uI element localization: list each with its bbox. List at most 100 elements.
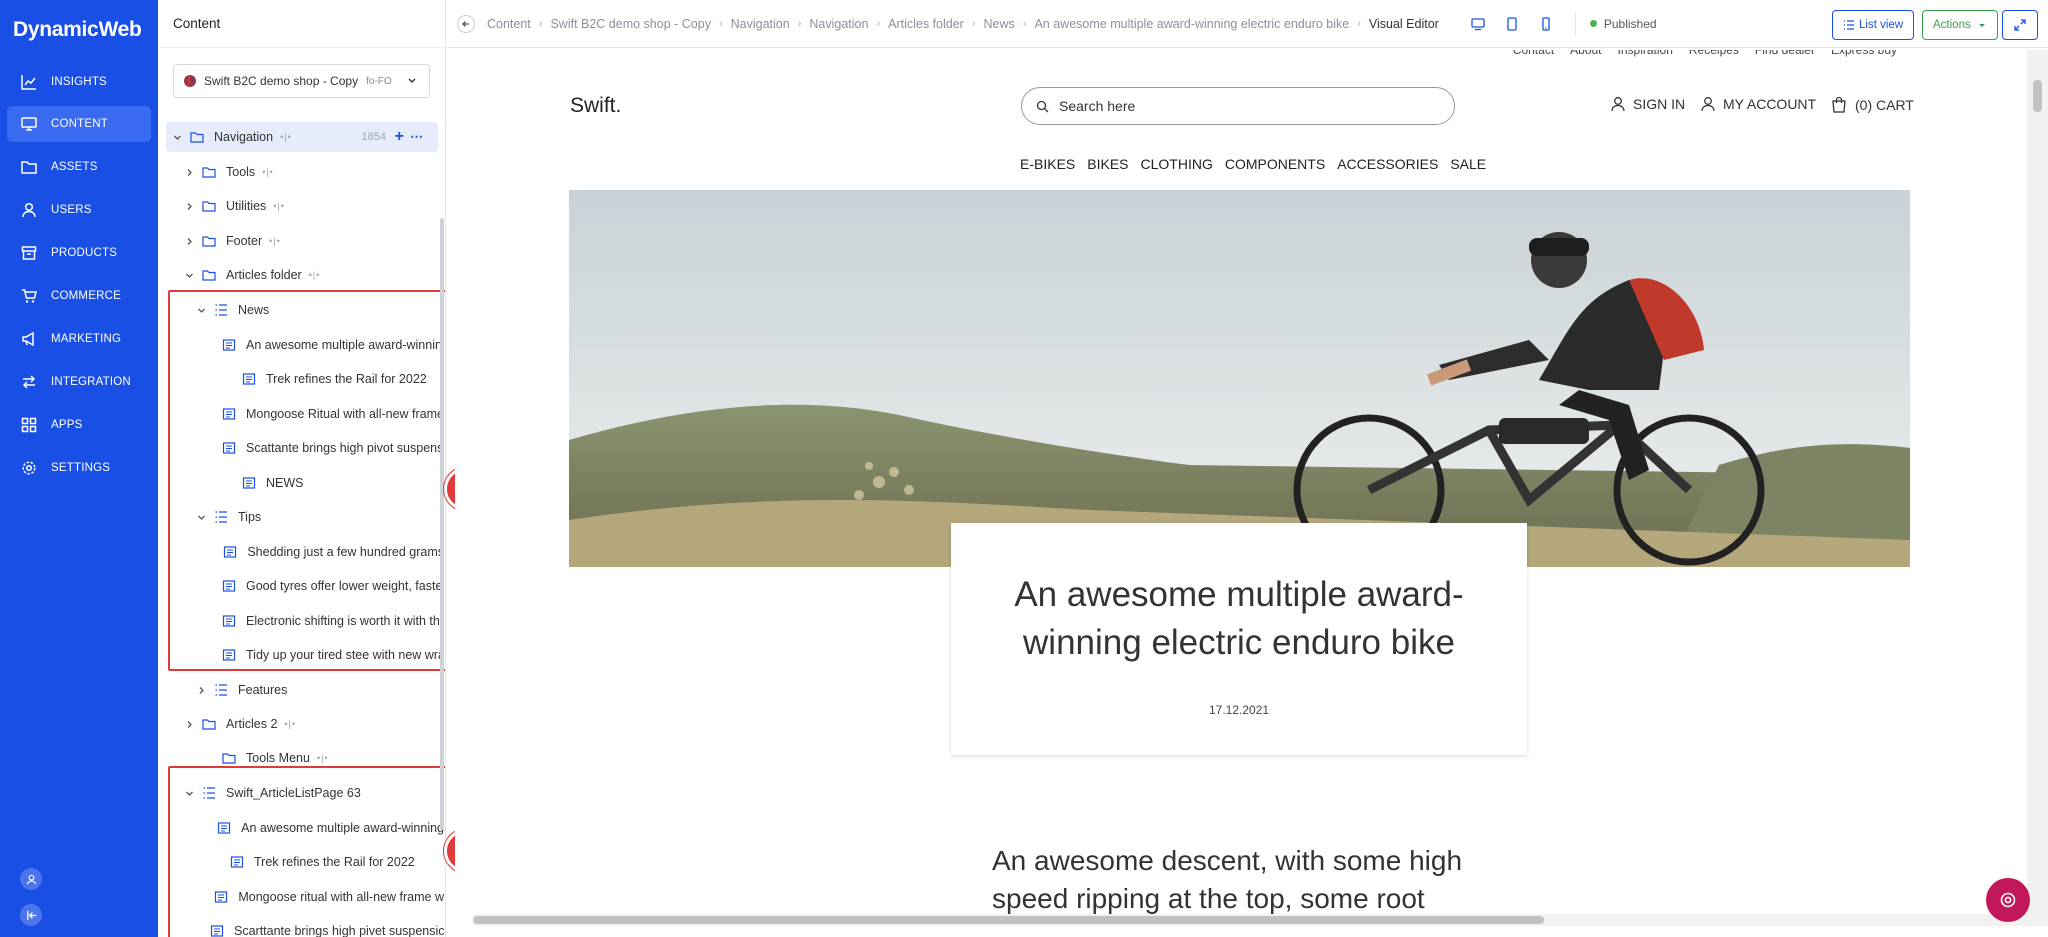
- tree-item-label: NEWS: [266, 476, 304, 490]
- tree-item-label: Electronic shifting is worth it with the: [246, 614, 444, 628]
- scroll-thumb[interactable]: [473, 916, 1544, 924]
- nav-content[interactable]: CONTENT: [7, 106, 151, 142]
- nav-products[interactable]: PRODUCTS: [7, 235, 151, 271]
- tree-item[interactable]: Utilities •|•: [158, 191, 444, 221]
- tree-item[interactable]: NEWS: [158, 468, 444, 498]
- utility-link[interactable]: Inspiration: [1618, 50, 1673, 57]
- tree-item-label: An awesome multiple award-winning electr…: [246, 338, 444, 352]
- tree-item[interactable]: An awesome multiple award-winning: [158, 813, 444, 843]
- help-button[interactable]: [1986, 878, 2030, 922]
- page-preview: Contact About Inspiration Receipes Find deal…: [455, 50, 2027, 916]
- list-view-button[interactable]: List view: [1832, 10, 1915, 40]
- utility-link[interactable]: About: [1570, 50, 1601, 57]
- breadcrumb-item[interactable]: Articles folder ›: [888, 17, 983, 31]
- app-root: DynamicWeb INSIGHTS CONTENT ASSETS USERS…: [0, 0, 2048, 937]
- menu-item[interactable]: BIKES: [1087, 156, 1128, 172]
- tree-item[interactable]: Shedding just a few hundred grams: [158, 537, 444, 567]
- chevron-right-icon[interactable]: [182, 720, 196, 729]
- breadcrumb-item[interactable]: Content ›: [487, 17, 550, 31]
- tree-item[interactable]: Tidy up your tired stee with new wraps: [158, 640, 444, 670]
- preview-horizontal-scrollbar[interactable]: [473, 914, 2048, 926]
- utility-link[interactable]: Contact: [1513, 50, 1554, 57]
- mobile-icon[interactable]: [1535, 13, 1557, 35]
- actions-button[interactable]: Actions: [1922, 10, 1998, 40]
- tree-item[interactable]: Footer •|•: [158, 226, 444, 256]
- tree-item[interactable]: Mongoose Ritual with all-new frame: [158, 399, 444, 429]
- chevron-down-icon[interactable]: [182, 271, 196, 280]
- more-options-icon[interactable]: ⋯: [410, 129, 424, 145]
- cart-link[interactable]: (0) CART: [1830, 96, 1914, 114]
- tree-item-label: An awesome multiple award-winning: [241, 821, 444, 835]
- tablet-icon[interactable]: [1501, 13, 1523, 35]
- tree-item[interactable]: An awesome multiple award-winning electr…: [158, 330, 444, 360]
- nav-insights[interactable]: INSIGHTS: [7, 64, 151, 100]
- breadcrumb-item[interactable]: An awesome multiple award-winning electr…: [1034, 17, 1368, 31]
- chevron-down-icon[interactable]: [194, 306, 208, 315]
- tree-item[interactable]: Good tyres offer lower weight, faster: [158, 571, 444, 601]
- chevron-right-icon[interactable]: [182, 237, 196, 246]
- breadcrumb-item[interactable]: Swift B2C demo shop - Copy ›: [550, 17, 730, 31]
- grid-icon: [21, 417, 37, 433]
- menu-item[interactable]: ACCESSORIES: [1337, 156, 1438, 172]
- preview-vertical-scrollbar[interactable]: [2027, 50, 2048, 914]
- site-selector[interactable]: Swift B2C demo shop - Copy fo-FO: [173, 64, 430, 98]
- menu-item[interactable]: COMPONENTS: [1225, 156, 1325, 172]
- breadcrumb-item[interactable]: Navigation ›: [731, 17, 810, 31]
- tree-item[interactable]: Swift_ArticleListPage 63: [158, 778, 444, 808]
- menu-item[interactable]: E-BIKES: [1020, 156, 1075, 172]
- tree-item[interactable]: Electronic shifting is worth it with the: [158, 606, 444, 636]
- nav-apps[interactable]: APPS: [7, 407, 151, 443]
- nav-users[interactable]: USERS: [7, 192, 151, 228]
- back-button[interactable]: [457, 14, 475, 33]
- nav-commerce[interactable]: COMMERCE: [7, 278, 151, 314]
- page-status-indicator: •|•: [284, 719, 297, 729]
- tree-header: Content: [158, 0, 445, 48]
- tree-scrollbar[interactable]: [440, 218, 444, 830]
- tree-item[interactable]: Navigation •|• 1854 + ⋯: [166, 122, 438, 152]
- my-account-link[interactable]: MY ACCOUNT: [1700, 96, 1816, 112]
- fullscreen-button[interactable]: [2002, 10, 2038, 40]
- sign-in-link[interactable]: SIGN IN: [1610, 96, 1685, 112]
- tree-item[interactable]: Articles folder •|•: [158, 260, 444, 290]
- breadcrumb-item[interactable]: Navigation ›: [809, 17, 888, 31]
- menu-item[interactable]: CLOTHING: [1141, 156, 1213, 172]
- profile-icon[interactable]: [20, 868, 42, 890]
- desktop-icon[interactable]: [1467, 13, 1489, 35]
- utility-link[interactable]: Find dealer: [1755, 50, 1815, 57]
- add-page-icon[interactable]: +: [395, 128, 404, 146]
- tree-item[interactable]: Features: [158, 675, 444, 705]
- tree-item[interactable]: Tips: [158, 502, 444, 532]
- tree-item[interactable]: News: [158, 295, 444, 325]
- search-input[interactable]: Search here: [1021, 87, 1455, 125]
- nav-marketing[interactable]: MARKETING: [7, 321, 151, 357]
- chevron-down-icon[interactable]: [182, 789, 196, 798]
- menu-item[interactable]: SALE: [1450, 156, 1486, 172]
- nav-assets[interactable]: ASSETS: [7, 149, 151, 185]
- tree-item[interactable]: Trek refines the Rail for 2022: [158, 364, 444, 394]
- utility-links: Contact About Inspiration Receipes Find deal…: [1513, 50, 1897, 57]
- chart-line-icon: [21, 75, 36, 90]
- nav-integration[interactable]: INTEGRATION: [7, 364, 151, 400]
- chevron-right-icon[interactable]: [194, 686, 208, 695]
- chevron-right-icon[interactable]: [182, 202, 196, 211]
- collapse-sidebar-icon[interactable]: [20, 904, 42, 926]
- breadcrumb-item[interactable]: News ›: [984, 17, 1035, 31]
- utility-link[interactable]: Express buy: [1831, 50, 1897, 57]
- chevron-down-icon[interactable]: [170, 133, 184, 142]
- site-logo[interactable]: Swift.: [570, 94, 621, 118]
- brand-logo[interactable]: DynamicWeb: [0, 0, 158, 60]
- tree-item[interactable]: Mongoose ritual with all-new frame w: [158, 882, 444, 912]
- utility-link[interactable]: Receipes: [1689, 50, 1739, 57]
- tree-item[interactable]: Scattante brings high pivot suspension: [158, 433, 444, 463]
- tree-item[interactable]: Tools Menu •|•: [158, 743, 444, 773]
- tree-item[interactable]: Tools •|•: [158, 157, 444, 187]
- chevron-right-icon[interactable]: [182, 168, 196, 177]
- page-status-indicator: •|•: [273, 201, 285, 211]
- article-page-icon: [215, 891, 228, 903]
- tree-item[interactable]: Articles 2 •|•: [158, 709, 444, 739]
- tree-item[interactable]: Trek refines the Rail for 2022: [158, 847, 444, 877]
- tree-item[interactable]: Scarttante brings high pivet suspensic: [158, 916, 444, 937]
- nav-settings[interactable]: SETTINGS: [7, 450, 151, 486]
- chevron-down-icon[interactable]: [194, 513, 208, 522]
- scroll-thumb[interactable]: [2033, 80, 2042, 112]
